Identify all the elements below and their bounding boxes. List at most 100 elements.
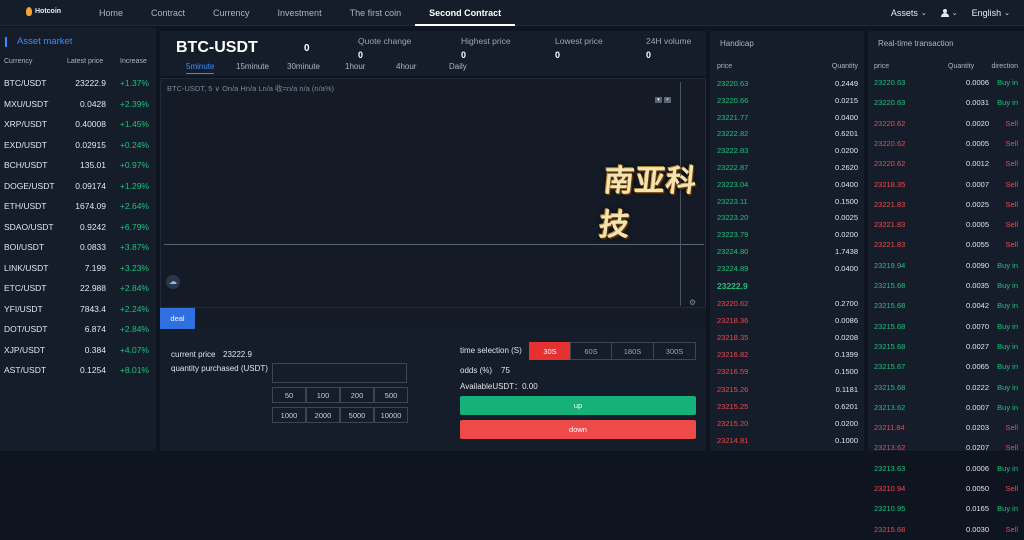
chart-settings-icon[interactable]: ⚙ bbox=[689, 298, 696, 307]
trade-row: 23215.68 0.0030 Sell bbox=[868, 520, 1024, 540]
bid-row[interactable]: 23223.11 0.1500 bbox=[710, 193, 864, 210]
odds-value: 75 bbox=[501, 366, 510, 375]
ask-row[interactable]: 23218.36 0.0086 bbox=[710, 312, 864, 329]
nav-item-investment[interactable]: Investment bbox=[264, 0, 336, 26]
bid-row[interactable]: 23223.20 0.0025 bbox=[710, 209, 864, 226]
ask-row[interactable]: 23215.26 0.1181 bbox=[710, 381, 864, 398]
stat-value-lowest: 0 bbox=[555, 50, 561, 60]
time-option-30s[interactable]: 30S bbox=[529, 342, 571, 360]
handicap-current-price: 23222.9 bbox=[717, 281, 748, 291]
quick-amount-1000[interactable]: 1000 bbox=[272, 407, 306, 423]
trade-direction: Sell bbox=[1005, 443, 1018, 453]
trade-price: 23220.62 bbox=[874, 138, 906, 148]
chart-ohlc-info: BTC-USDT, 5 ∨ On/a Hn/a Ln/a 收=n/a n/a (… bbox=[167, 84, 335, 93]
market-price: 0.0428 bbox=[80, 98, 106, 109]
market-row[interactable]: AST/USDT 0.1254 +8.01% bbox=[0, 360, 156, 380]
bid-row[interactable]: 23220.63 0.2449 bbox=[710, 75, 864, 92]
timeframe-4hour[interactable]: 4hour bbox=[396, 62, 416, 71]
market-change: +2.39% bbox=[119, 98, 149, 109]
market-symbol: DOGE/USDT bbox=[4, 180, 55, 191]
timeframe-30minute[interactable]: 30minute bbox=[287, 62, 320, 71]
market-row[interactable]: BTC/USDT 23222.9 +1.37% bbox=[0, 73, 156, 93]
market-row[interactable]: XJP/USDT 0.384 +4.07% bbox=[0, 340, 156, 360]
bid-row[interactable]: 23220.66 0.0215 bbox=[710, 92, 864, 109]
market-symbol: DOT/USDT bbox=[4, 324, 48, 334]
trade-direction: Buy in bbox=[997, 382, 1018, 392]
bid-row[interactable]: 23222.82 0.6201 bbox=[710, 125, 864, 142]
timeframe-15minute[interactable]: 15minute bbox=[236, 62, 269, 71]
quick-amount-200[interactable]: 200 bbox=[340, 387, 374, 403]
market-row[interactable]: SDAO/USDT 0.9242 +6.79% bbox=[0, 217, 156, 237]
market-row[interactable]: LINK/USDT 7.199 +3.23% bbox=[0, 258, 156, 278]
market-row[interactable]: DOT/USDT 6.874 +2.84% bbox=[0, 319, 156, 339]
cloud-icon[interactable]: ☁ bbox=[166, 275, 180, 289]
user-dropdown[interactable]: ⌄ bbox=[940, 9, 958, 17]
nav-item-currency[interactable]: Currency bbox=[199, 0, 264, 26]
assets-dropdown[interactable]: Assets ⌄ bbox=[891, 8, 927, 18]
time-option-180s[interactable]: 180S bbox=[611, 342, 654, 360]
pair-title: BTC-USDT bbox=[176, 39, 258, 56]
quick-amount-10000[interactable]: 10000 bbox=[374, 407, 408, 423]
chart-minimize-button[interactable]: ▾ bbox=[655, 97, 662, 103]
ask-row[interactable]: 23216.59 0.1500 bbox=[710, 363, 864, 380]
market-row[interactable]: BOI/USDT 0.0833 +3.87% bbox=[0, 237, 156, 257]
trade-row: 23215.68 0.0027 Buy in bbox=[868, 337, 1024, 357]
nav-item-second-contract[interactable]: Second Contract bbox=[415, 0, 516, 26]
bid-row[interactable]: 23224.89 0.0400 bbox=[710, 260, 864, 277]
ask-quantity: 0.1181 bbox=[835, 384, 858, 394]
market-symbol: XJP/USDT bbox=[4, 344, 46, 355]
timeframe-1hour[interactable]: 1hour bbox=[345, 62, 365, 71]
tab-deal[interactable]: deal bbox=[160, 308, 195, 329]
nav-item-home[interactable]: Home bbox=[85, 0, 137, 26]
chart-close-button[interactable]: × bbox=[664, 97, 671, 103]
market-row[interactable]: DOGE/USDT 0.09174 +1.29% bbox=[0, 176, 156, 196]
ask-row[interactable]: 23215.25 0.6201 bbox=[710, 398, 864, 415]
market-row[interactable]: YFI/USDT 7843.4 +2.24% bbox=[0, 299, 156, 319]
quick-amount-100[interactable]: 100 bbox=[306, 387, 340, 403]
time-option-60s[interactable]: 60S bbox=[570, 342, 612, 360]
ask-row[interactable]: 23216.82 0.1399 bbox=[710, 346, 864, 363]
bid-quantity: 0.0025 bbox=[835, 213, 858, 223]
bid-quantity: 0.2449 bbox=[835, 79, 858, 88]
market-price: 7.199 bbox=[84, 262, 106, 273]
nav-item-contract[interactable]: Contract bbox=[137, 0, 199, 26]
ask-price: 23220.62 bbox=[717, 299, 749, 308]
ask-row[interactable]: 23215.20 0.0200 bbox=[710, 415, 864, 432]
brand-logo[interactable]: Hotcoin bbox=[26, 7, 61, 16]
stat-label-volume: 24H volume bbox=[646, 36, 692, 46]
handicap-header-price: price bbox=[717, 63, 733, 70]
bid-price: 23222.82 bbox=[717, 129, 749, 139]
trade-quantity: 0.0031 bbox=[966, 98, 989, 108]
up-button[interactable]: up bbox=[460, 396, 696, 415]
market-row[interactable]: MXU/USDT 0.0428 +2.39% bbox=[0, 94, 156, 114]
bid-row[interactable]: 23222.87 0.2620 bbox=[710, 159, 864, 176]
bid-row[interactable]: 23224.80 1.7438 bbox=[710, 243, 864, 260]
quick-amount-500[interactable]: 500 bbox=[374, 387, 408, 403]
deal-panel: current price 23222.9 quantity purchased… bbox=[160, 329, 706, 451]
bid-row[interactable]: 23223.04 0.0400 bbox=[710, 176, 864, 193]
bid-row[interactable]: 23223.79 0.0200 bbox=[710, 226, 864, 243]
market-row[interactable]: ETC/USDT 22.988 +2.84% bbox=[0, 278, 156, 298]
market-price: 0.0833 bbox=[80, 242, 106, 252]
quick-amount-5000[interactable]: 5000 bbox=[340, 407, 374, 423]
market-row[interactable]: XRP/USDT 0.40008 +1.45% bbox=[0, 114, 156, 134]
down-button[interactable]: down bbox=[460, 420, 696, 439]
ask-row[interactable]: 23218.35 0.0208 bbox=[710, 329, 864, 346]
market-row[interactable]: EXD/USDT 0.02915 +0.24% bbox=[0, 135, 156, 155]
bid-row[interactable]: 23221.77 0.0400 bbox=[710, 109, 864, 126]
ask-row[interactable]: 23214.81 0.1000 bbox=[710, 432, 864, 449]
timeframe-5minute[interactable]: 5minute bbox=[186, 62, 215, 74]
market-row[interactable]: ETH/USDT 1674.09 +2.64% bbox=[0, 196, 156, 216]
trade-quantity: 0.0007 bbox=[966, 402, 989, 412]
market-row[interactable]: BCH/USDT 135.01 +0.97% bbox=[0, 155, 156, 175]
ask-row[interactable]: 23220.62 0.2700 bbox=[710, 295, 864, 312]
time-option-300s[interactable]: 300S bbox=[653, 342, 696, 360]
quantity-input[interactable] bbox=[272, 363, 407, 383]
nav-item-first-coin[interactable]: The first coin bbox=[336, 0, 416, 26]
quick-amount-2000[interactable]: 2000 bbox=[306, 407, 340, 423]
language-dropdown[interactable]: English ⌄ bbox=[972, 8, 1010, 18]
bid-quantity: 0.0215 bbox=[835, 95, 858, 105]
quick-amount-50[interactable]: 50 bbox=[272, 387, 306, 403]
timeframe-daily[interactable]: Daily bbox=[449, 62, 467, 71]
bid-row[interactable]: 23222.83 0.0200 bbox=[710, 142, 864, 159]
